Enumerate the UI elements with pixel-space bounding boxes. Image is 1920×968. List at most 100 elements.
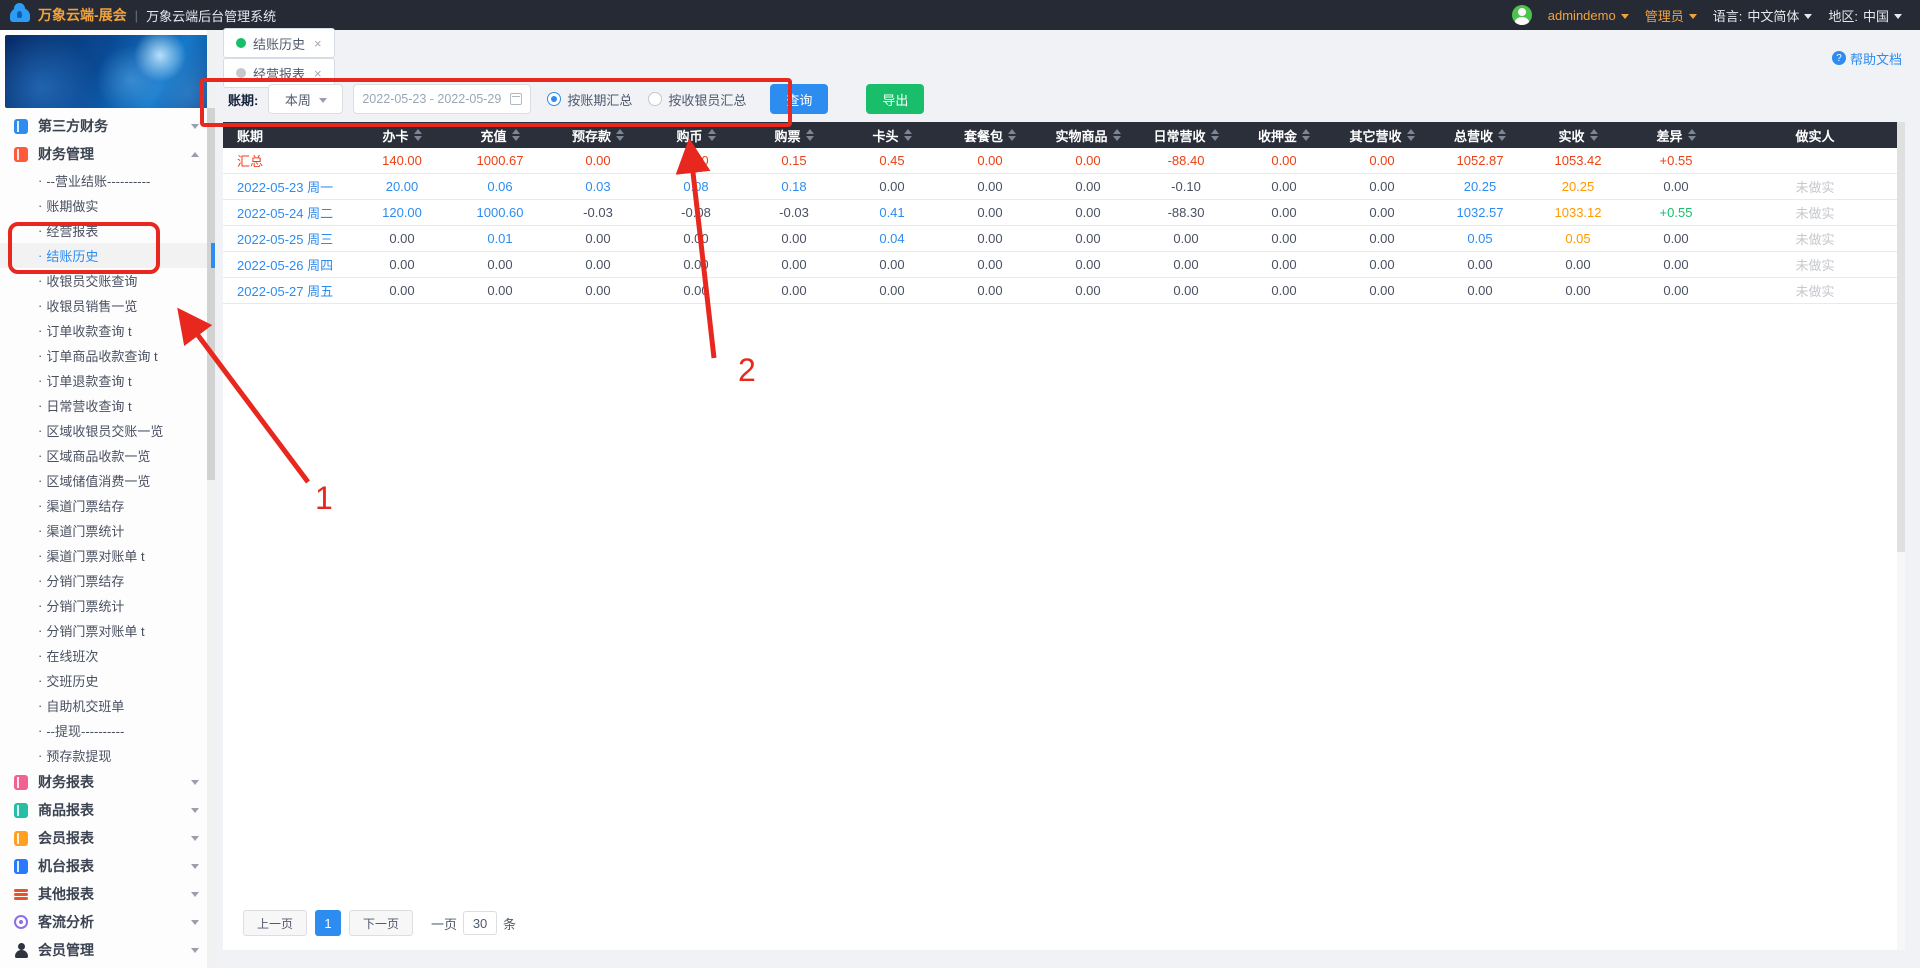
sort-icon[interactable]: [708, 129, 716, 141]
page-number-button[interactable]: 1: [315, 910, 341, 936]
sidebar-item-订单退款查询 t[interactable]: ·订单退款查询 t: [0, 368, 215, 393]
sidebar-item---营业结账----------[interactable]: ·--营业结账----------: [0, 168, 215, 193]
sort-icon[interactable]: [616, 129, 624, 141]
row-value-cell: 0.00: [1039, 200, 1137, 225]
column-header-购票[interactable]: 购票: [745, 122, 843, 148]
sidebar-group-第三方财务[interactable]: 第三方财务: [0, 112, 215, 140]
sidebar-item-渠道门票统计[interactable]: ·渠道门票统计: [0, 518, 215, 543]
username-dropdown[interactable]: admindemo: [1548, 8, 1629, 23]
sidebar-item-自助机交班单[interactable]: ·自助机交班单: [0, 693, 215, 718]
row-value-cell: 0.00: [647, 252, 745, 277]
export-button[interactable]: 导出: [866, 84, 924, 114]
sidebar-item-label: 收银员交账查询: [46, 271, 137, 290]
sidebar-item-账期做实[interactable]: ·账期做实: [0, 193, 215, 218]
radio-by-cashier[interactable]: 按收银员汇总: [648, 90, 746, 109]
sort-icon[interactable]: [806, 129, 814, 141]
column-header-预存款[interactable]: 预存款: [549, 122, 647, 148]
column-header-总营收[interactable]: 总营收: [1431, 122, 1529, 148]
row-value-cell: 120.00: [353, 200, 451, 225]
date-range-input[interactable]: 2022-05-23 - 2022-05-29: [353, 84, 531, 114]
radio-by-period[interactable]: 按账期汇总: [547, 90, 632, 109]
sidebar-item-订单商品收款查询 t[interactable]: ·订单商品收款查询 t: [0, 343, 215, 368]
sidebar-item-分销门票结存[interactable]: ·分销门票结存: [0, 568, 215, 593]
sort-icon[interactable]: [1498, 129, 1506, 141]
sort-icon[interactable]: [1407, 129, 1415, 141]
sidebar-group-其他报表[interactable]: 其他报表: [0, 880, 215, 908]
sort-icon[interactable]: [414, 129, 422, 141]
column-header-其它营收[interactable]: 其它营收: [1333, 122, 1431, 148]
row-value-cell: 0.00: [647, 226, 745, 251]
row-value-cell: 0.00: [1137, 252, 1235, 277]
prev-page-button[interactable]: 上一页: [243, 910, 307, 936]
sidebar-item-收银员交账查询[interactable]: ·收银员交账查询: [0, 268, 215, 293]
row-value-cell: 0.41: [843, 200, 941, 225]
sidebar-item-经营报表[interactable]: ·经营报表: [0, 218, 215, 243]
user-avatar[interactable]: [1512, 5, 1532, 25]
column-header-套餐包[interactable]: 套餐包: [941, 122, 1039, 148]
sort-icon[interactable]: [1590, 129, 1598, 141]
pagination: 上一页 1 下一页 一页 30 条: [243, 910, 516, 936]
next-page-button[interactable]: 下一页: [349, 910, 413, 936]
sidebar-item-分销门票统计[interactable]: ·分销门票统计: [0, 593, 215, 618]
per-page-input[interactable]: 30: [463, 911, 497, 935]
row-value-cell: 0.00: [1333, 200, 1431, 225]
sidebar-group-会员报表[interactable]: 会员报表: [0, 824, 215, 852]
sidebar-group-财务管理[interactable]: 财务管理: [0, 140, 215, 168]
close-icon[interactable]: ×: [314, 36, 322, 51]
row-value-cell: 0.00: [1235, 278, 1333, 303]
sidebar-item-订单收款查询 t[interactable]: ·订单收款查询 t: [0, 318, 215, 343]
sidebar-item-在线班次[interactable]: ·在线班次: [0, 643, 215, 668]
sidebar-item-区域商品收款一览[interactable]: ·区域商品收款一览: [0, 443, 215, 468]
sidebar-group-财务报表[interactable]: 财务报表: [0, 768, 215, 796]
sidebar-item-label: 渠道门票对账单 t: [46, 546, 144, 565]
row-date-cell[interactable]: 2022-05-23 周一: [223, 174, 353, 199]
column-header-实物商品[interactable]: 实物商品: [1039, 122, 1137, 148]
sort-icon[interactable]: [1688, 129, 1696, 141]
row-date-cell[interactable]: 2022-05-24 周二: [223, 200, 353, 225]
sort-icon[interactable]: [1113, 129, 1121, 141]
sort-icon[interactable]: [512, 129, 520, 141]
row-date-cell[interactable]: 2022-05-25 周三: [223, 226, 353, 251]
sidebar-item-交班历史[interactable]: ·交班历史: [0, 668, 215, 693]
row-value-cell: 20.25: [1431, 174, 1529, 199]
sort-icon[interactable]: [1211, 129, 1219, 141]
sidebar-item-label: 收银员销售一览: [46, 296, 137, 315]
sidebar-group-商品报表[interactable]: 商品报表: [0, 796, 215, 824]
region-dropdown[interactable]: 地区: 中国: [1828, 6, 1902, 25]
sidebar-scrollbar-thumb[interactable]: [207, 108, 215, 480]
search-button[interactable]: 查询: [770, 84, 828, 114]
column-header-差异[interactable]: 差异: [1627, 122, 1725, 148]
sidebar-item-结账历史[interactable]: ·结账历史: [0, 243, 215, 268]
period-select[interactable]: 本周: [268, 84, 343, 114]
row-date-cell[interactable]: 2022-05-26 周四: [223, 252, 353, 277]
help-doc-link[interactable]: ? 帮助文档: [1832, 49, 1902, 68]
table-scrollbar-thumb[interactable]: [1897, 122, 1905, 552]
sidebar-item-日常营收查询 t[interactable]: ·日常营收查询 t: [0, 393, 215, 418]
column-header-卡头[interactable]: 卡头: [843, 122, 941, 148]
sidebar-item---提现----------[interactable]: ·--提现----------: [0, 718, 215, 743]
sidebar-item-区域收银员交账一览[interactable]: ·区域收银员交账一览: [0, 418, 215, 443]
sidebar-group-会员管理[interactable]: 会员管理: [0, 936, 215, 964]
sidebar-item-区域储值消费一览[interactable]: ·区域储值消费一览: [0, 468, 215, 493]
sidebar-item-渠道门票对账单 t[interactable]: ·渠道门票对账单 t: [0, 543, 215, 568]
sort-icon[interactable]: [1008, 129, 1016, 141]
column-header-办卡[interactable]: 办卡: [353, 122, 451, 148]
sort-icon[interactable]: [1302, 129, 1310, 141]
column-header-日常营收[interactable]: 日常营收: [1137, 122, 1235, 148]
sidebar-item-预存款提现[interactable]: ·预存款提现: [0, 743, 215, 768]
sidebar-group-客流分析[interactable]: 客流分析: [0, 908, 215, 936]
row-value-cell: 0.00: [1627, 174, 1725, 199]
row-date-cell[interactable]: 2022-05-27 周五: [223, 278, 353, 303]
language-dropdown[interactable]: 语言: 中文简体: [1713, 6, 1813, 25]
column-header-实收[interactable]: 实收: [1529, 122, 1627, 148]
sidebar-item-收银员销售一览[interactable]: ·收银员销售一览: [0, 293, 215, 318]
role-dropdown[interactable]: 管理员: [1645, 6, 1697, 25]
sidebar-item-渠道门票结存[interactable]: ·渠道门票结存: [0, 493, 215, 518]
sidebar-group-机台报表[interactable]: 机台报表: [0, 852, 215, 880]
sidebar-item-分销门票对账单 t[interactable]: ·分销门票对账单 t: [0, 618, 215, 643]
tab-结账历史[interactable]: 结账历史×: [223, 28, 335, 58]
column-header-购币[interactable]: 购币: [647, 122, 745, 148]
column-header-充值[interactable]: 充值: [451, 122, 549, 148]
column-header-收押金[interactable]: 收押金: [1235, 122, 1333, 148]
sort-icon[interactable]: [904, 129, 912, 141]
